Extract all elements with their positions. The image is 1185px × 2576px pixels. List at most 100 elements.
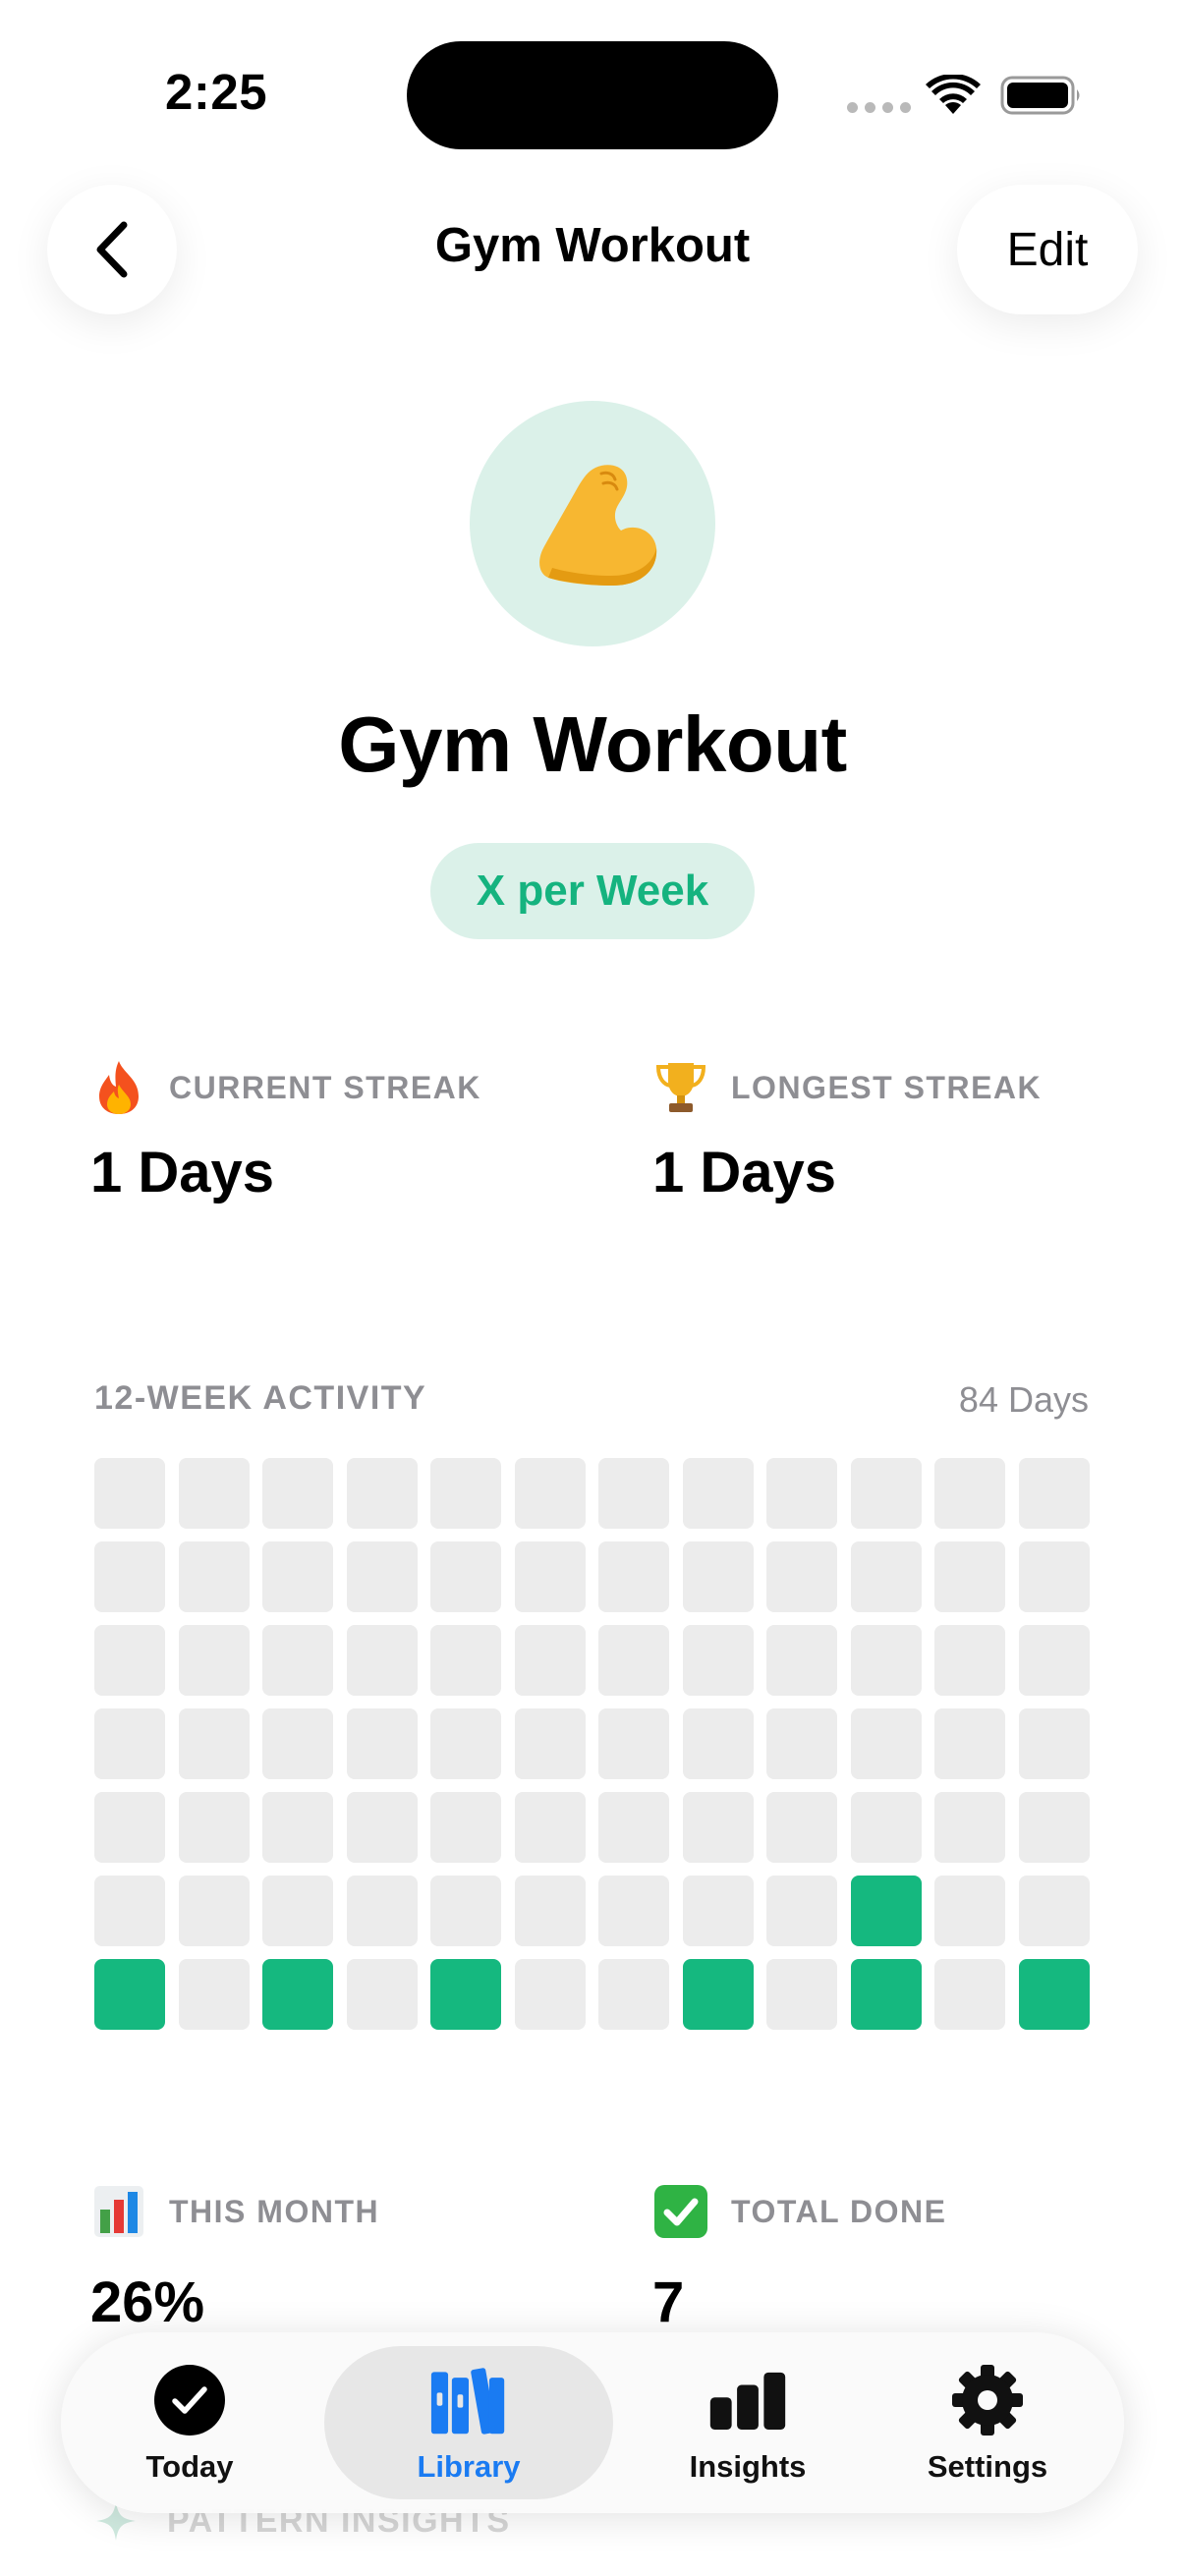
cellular-signal-icon [847, 102, 911, 113]
activity-cell-completed [94, 1959, 165, 2030]
activity-cell [430, 1792, 501, 1863]
activity-cell [1018, 1792, 1090, 1863]
activity-cell-completed [262, 1959, 333, 2030]
activity-cell [346, 1458, 418, 1529]
activity-cell [262, 1708, 333, 1779]
activity-cell [178, 1959, 250, 2030]
longest-streak-value: 1 Days [652, 1141, 837, 1204]
longest-streak-stat: LONGEST STREAK 1 Days [652, 1059, 1042, 1205]
activity-cell-completed [850, 1959, 922, 2030]
activity-cell [682, 1792, 754, 1863]
activity-cell [346, 1625, 418, 1696]
activity-cell [514, 1792, 586, 1863]
books-icon [429, 2361, 508, 2439]
activity-label: 12-WEEK ACTIVITY [94, 1379, 427, 1417]
total-done-value: 7 [652, 2270, 685, 2334]
activity-cell [766, 1792, 837, 1863]
current-streak-label: CURRENT STREAK [169, 1069, 481, 1105]
dynamic-island [407, 41, 778, 149]
activity-cell [178, 1541, 250, 1612]
tab-settings-label: Settings [927, 2449, 1048, 2484]
activity-cell-completed [430, 1959, 501, 2030]
bar-chart-icon [708, 2361, 787, 2439]
activity-cell [850, 1708, 922, 1779]
activity-cell [514, 1541, 586, 1612]
check-mark-icon [652, 2183, 709, 2240]
activity-cell [934, 1708, 1005, 1779]
activity-cell [850, 1541, 922, 1612]
activity-cell [430, 1876, 501, 1946]
activity-cell [94, 1708, 165, 1779]
activity-cell [94, 1792, 165, 1863]
activity-cell [598, 1792, 669, 1863]
tab-insights-label: Insights [689, 2449, 807, 2484]
activity-cell [682, 1625, 754, 1696]
activity-cell [430, 1541, 501, 1612]
activity-cell [598, 1959, 669, 2030]
activity-cell [346, 1541, 418, 1612]
tab-settings[interactable]: Settings [898, 2346, 1077, 2499]
tab-today-label: Today [145, 2449, 234, 2484]
activity-cell [514, 1708, 586, 1779]
activity-cell [934, 1959, 1005, 2030]
activity-cell [346, 1708, 418, 1779]
activity-cell [346, 1876, 418, 1946]
fire-icon [90, 1059, 147, 1116]
wifi-icon [926, 75, 981, 114]
tab-today[interactable]: Today [100, 2346, 279, 2499]
activity-cell [1018, 1708, 1090, 1779]
activity-cell [514, 1959, 586, 2030]
activity-cell [934, 1625, 1005, 1696]
current-streak-value: 1 Days [90, 1141, 275, 1204]
activity-cell [682, 1541, 754, 1612]
activity-cell [430, 1625, 501, 1696]
activity-cell [514, 1458, 586, 1529]
current-streak-stat: CURRENT STREAK 1 Days [90, 1059, 481, 1205]
habit-name: Gym Workout [338, 700, 847, 788]
tab-library[interactable]: Library [324, 2346, 613, 2499]
activity-cell [850, 1792, 922, 1863]
activity-cell [430, 1708, 501, 1779]
activity-cell [94, 1625, 165, 1696]
longest-streak-label: LONGEST STREAK [731, 1069, 1043, 1105]
activity-cell [766, 1708, 837, 1779]
activity-cell [598, 1458, 669, 1529]
tab-library-label: Library [417, 2449, 521, 2484]
checkmark-circle-icon [150, 2361, 229, 2439]
activity-cell [934, 1541, 1005, 1612]
activity-cell [766, 1876, 837, 1946]
activity-cell [346, 1959, 418, 2030]
flexed-biceps-icon [539, 465, 657, 586]
activity-cell [178, 1458, 250, 1529]
activity-cell [262, 1792, 333, 1863]
this-month-stat: THIS MONTH 26% [90, 2183, 379, 2335]
activity-cell-completed [850, 1876, 922, 1946]
activity-cell [430, 1458, 501, 1529]
activity-cell [1018, 1625, 1090, 1696]
activity-cell [766, 1458, 837, 1529]
activity-cell [682, 1458, 754, 1529]
activity-cell [178, 1876, 250, 1946]
activity-cell [1018, 1541, 1090, 1612]
activity-cell [262, 1876, 333, 1946]
activity-cell [1018, 1458, 1090, 1529]
status-time: 2:25 [165, 64, 268, 120]
activity-cell [514, 1625, 586, 1696]
activity-cell-completed [1018, 1959, 1090, 2030]
edit-button[interactable]: Edit [957, 185, 1138, 314]
activity-cell [514, 1876, 586, 1946]
activity-cell [850, 1625, 922, 1696]
activity-cell-completed [682, 1959, 754, 2030]
tab-insights[interactable]: Insights [658, 2346, 837, 2499]
gear-icon [948, 2361, 1027, 2439]
activity-cell [94, 1541, 165, 1612]
activity-cell [178, 1708, 250, 1779]
activity-cell [934, 1458, 1005, 1529]
this-month-value: 26% [90, 2270, 205, 2334]
activity-cell [178, 1792, 250, 1863]
activity-cell [178, 1625, 250, 1696]
activity-cell [934, 1792, 1005, 1863]
activity-cell [682, 1876, 754, 1946]
activity-cell [262, 1458, 333, 1529]
activity-heatmap [94, 1458, 1090, 2030]
